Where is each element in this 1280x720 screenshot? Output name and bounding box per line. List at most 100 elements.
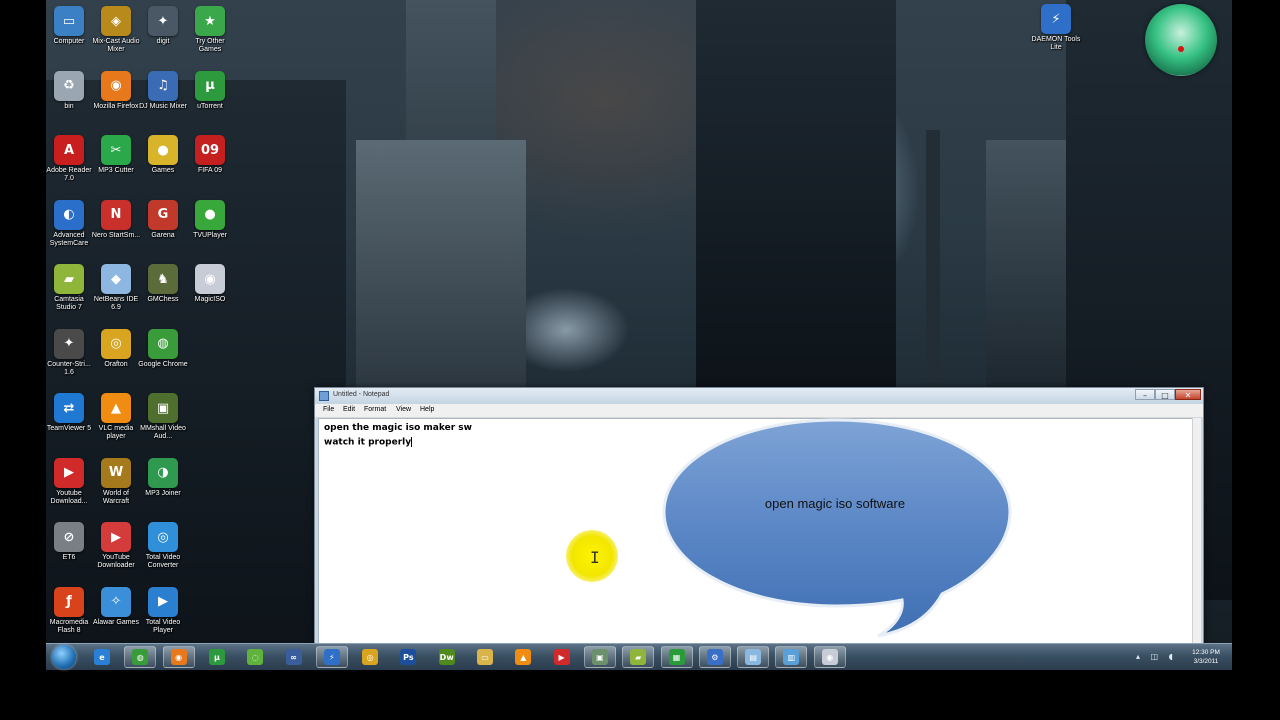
desktop-icon[interactable]: ▰ Camtasia Studio 7 — [44, 264, 94, 312]
taskbar-button[interactable]: ◎ — [354, 646, 386, 668]
menu-format[interactable]: Format — [364, 406, 386, 413]
menu-view[interactable]: View — [396, 406, 411, 413]
taskbar-button[interactable]: ▰ — [622, 646, 655, 668]
taskbar-button[interactable]: ▲ — [507, 646, 539, 668]
desktop-icon-label: MagicISO — [194, 296, 226, 303]
vertical-scrollbar[interactable] — [1192, 418, 1201, 644]
wallpaper-building — [356, 140, 526, 400]
taskbar-button[interactable]: ◍ — [124, 646, 157, 668]
desktop-icon-label: Counter-Stri... 1.6 — [47, 360, 91, 376]
taskbar-button[interactable]: ▥ — [775, 646, 808, 668]
desktop-icon-daemon-tools[interactable]: ⚡ DAEMON Tools Lite — [1031, 4, 1081, 52]
desktop-icon[interactable]: ▶ Total Video Player — [138, 586, 188, 635]
desktop-icon[interactable]: µ uTorrent — [185, 70, 235, 111]
taskbar-clock[interactable]: 12:30 PM 3/3/2011 — [1184, 648, 1228, 666]
desktop-icon[interactable]: ✦ digit — [138, 6, 188, 46]
desktop-icon-label: MP3 Cutter — [98, 167, 134, 174]
desktop-icon[interactable]: ƒ Macromedia Flash 8 — [44, 586, 94, 635]
dj-music-mixer-icon: ♫ — [148, 70, 178, 101]
callout-text: open magic iso software — [764, 496, 906, 511]
desktop-icon[interactable]: A Adobe Reader 7.0 — [44, 135, 94, 183]
desktop-icon[interactable]: ▲ VLC media player — [91, 393, 141, 441]
netbeans-icon: ◆ — [101, 264, 131, 294]
desktop-icon-label: Mozilla Firefox — [93, 102, 139, 110]
taskbar-button[interactable]: ▣ — [583, 646, 616, 668]
desktop-icon[interactable]: ✦ Counter-Stri... 1.6 — [44, 328, 94, 377]
taskbar-button[interactable]: e — [86, 646, 118, 668]
desktop-icon-label: ET6 — [62, 554, 76, 561]
taskbar-button[interactable]: ⚡ — [315, 646, 348, 668]
taskbar-button[interactable]: ◉ — [162, 646, 195, 668]
computer-icon: ▭ — [54, 6, 84, 36]
garena-icon: G — [148, 199, 178, 230]
desktop-icon[interactable]: ▭ Computer — [44, 6, 94, 46]
desktop-icon-label: Total Video Converter — [145, 554, 181, 569]
taskbar-button[interactable]: ◌ — [239, 646, 271, 668]
daemon-tools-icon: ⚡ — [1041, 4, 1071, 34]
clock-gadget[interactable] — [1145, 4, 1217, 76]
taskbar-button[interactable]: ▶ — [546, 646, 578, 668]
close-button[interactable]: ✕ — [1175, 389, 1201, 400]
desktop-icon[interactable]: ◍ Google Chrome — [138, 328, 188, 369]
desktop-icon[interactable]: ★ Try Other Games — [185, 6, 235, 54]
menu-edit[interactable]: Edit — [343, 406, 355, 413]
desktop-icon[interactable]: ◎ Orafton — [91, 328, 141, 369]
desktop-icon[interactable]: ♫ DJ Music Mixer — [138, 70, 188, 111]
desktop-icon[interactable]: ◎ Total Video Converter — [138, 522, 188, 570]
teamviewer-icon: ⇄ — [54, 393, 84, 423]
orafton-icon: ◎ — [362, 649, 379, 665]
title-bar[interactable]: Untitled - Notepad – □ ✕ — [315, 388, 1203, 404]
desktop-icon[interactable]: ● Games — [138, 135, 188, 175]
text-caret — [411, 437, 413, 447]
desktop-icon[interactable]: ⇄ TeamViewer 5 — [44, 393, 94, 433]
desktop-icon[interactable]: ▣ MMshall Video Aud... — [138, 393, 188, 441]
desktop-icon[interactable]: ♞ GMChess — [138, 264, 188, 304]
taskbar-button[interactable]: µ — [201, 646, 233, 668]
taskbar-button[interactable]: Dw — [431, 646, 463, 668]
taskbar-button[interactable]: ▭ — [469, 646, 501, 668]
taskbar-button[interactable]: Ps — [392, 646, 424, 668]
desktop-icon[interactable]: ✧ Alawar Games — [91, 586, 141, 627]
desktop-icon[interactable]: ● TVUPlayer — [185, 199, 235, 240]
desktop-icon[interactable]: W World of Warcraft — [91, 457, 141, 506]
desktop-icon-label: uTorrent — [197, 102, 223, 110]
desktop-icon[interactable]: ▶ Youtube Download... — [44, 457, 94, 506]
desktop-icon-label: FIFA 09 — [197, 167, 223, 174]
notepad-app-icon — [319, 391, 329, 401]
desktop-icon-label: Orafton — [104, 360, 128, 368]
media-icon: ▦ — [668, 649, 685, 665]
taskbar-button[interactable]: ▦ — [660, 646, 693, 668]
wallpaper-building — [696, 0, 896, 400]
desktop-icon-label: digit — [156, 38, 170, 45]
minimize-button[interactable]: – — [1135, 389, 1155, 400]
start-button[interactable] — [52, 645, 76, 669]
menu-file[interactable]: File — [323, 406, 334, 413]
desktop-icon[interactable]: N Nero StartSm... — [91, 199, 141, 240]
desktop-icon[interactable]: ▶ YouTube Downloader — [91, 522, 141, 570]
desktop-icon[interactable]: ◑ MP3 Joiner — [138, 457, 188, 498]
taskbar-button[interactable]: ∞ — [278, 646, 310, 668]
desktop-icon[interactable]: 09 FIFA 09 — [185, 135, 235, 175]
desktop-icon[interactable]: ✂ MP3 Cutter — [91, 135, 141, 175]
system-tray-icons[interactable]: ▴ ◫ ◖ — [1136, 652, 1177, 661]
photoshop-icon: Ps — [400, 649, 417, 665]
desktop-icon[interactable]: ⊘ ET6 — [44, 522, 94, 562]
desktop-icon[interactable]: G Garena — [138, 199, 188, 240]
desktop-icon[interactable]: ◐ Advanced SystemCare — [44, 199, 94, 248]
maximize-button[interactable]: □ — [1155, 389, 1175, 400]
world-of-warcraft-icon: W — [101, 457, 131, 488]
menu-help[interactable]: Help — [420, 406, 434, 413]
desktop-icon[interactable]: ♻ bin — [44, 70, 94, 111]
taskbar-button[interactable]: ◉ — [813, 646, 846, 668]
desktop-icon-label: NetBeans IDE 6.9 — [93, 296, 139, 311]
desktop-icon[interactable]: ◆ NetBeans IDE 6.9 — [91, 264, 141, 312]
desktop-icon[interactable]: ◈ Mix-Cast Audio Mixer — [91, 6, 141, 54]
camtasia-icon: ▰ — [54, 264, 84, 294]
taskbar-button[interactable]: ⚙ — [698, 646, 731, 668]
network-icon: ⚙ — [706, 649, 723, 665]
desktop-icon[interactable]: ◉ Mozilla Firefox — [91, 70, 141, 111]
total-video-converter-icon: ◎ — [148, 522, 178, 552]
mp3-cutter-icon: ✂ — [101, 135, 131, 165]
taskbar-button[interactable]: ▤ — [737, 646, 770, 668]
desktop-icon[interactable]: ◉ MagicISO — [185, 264, 235, 304]
